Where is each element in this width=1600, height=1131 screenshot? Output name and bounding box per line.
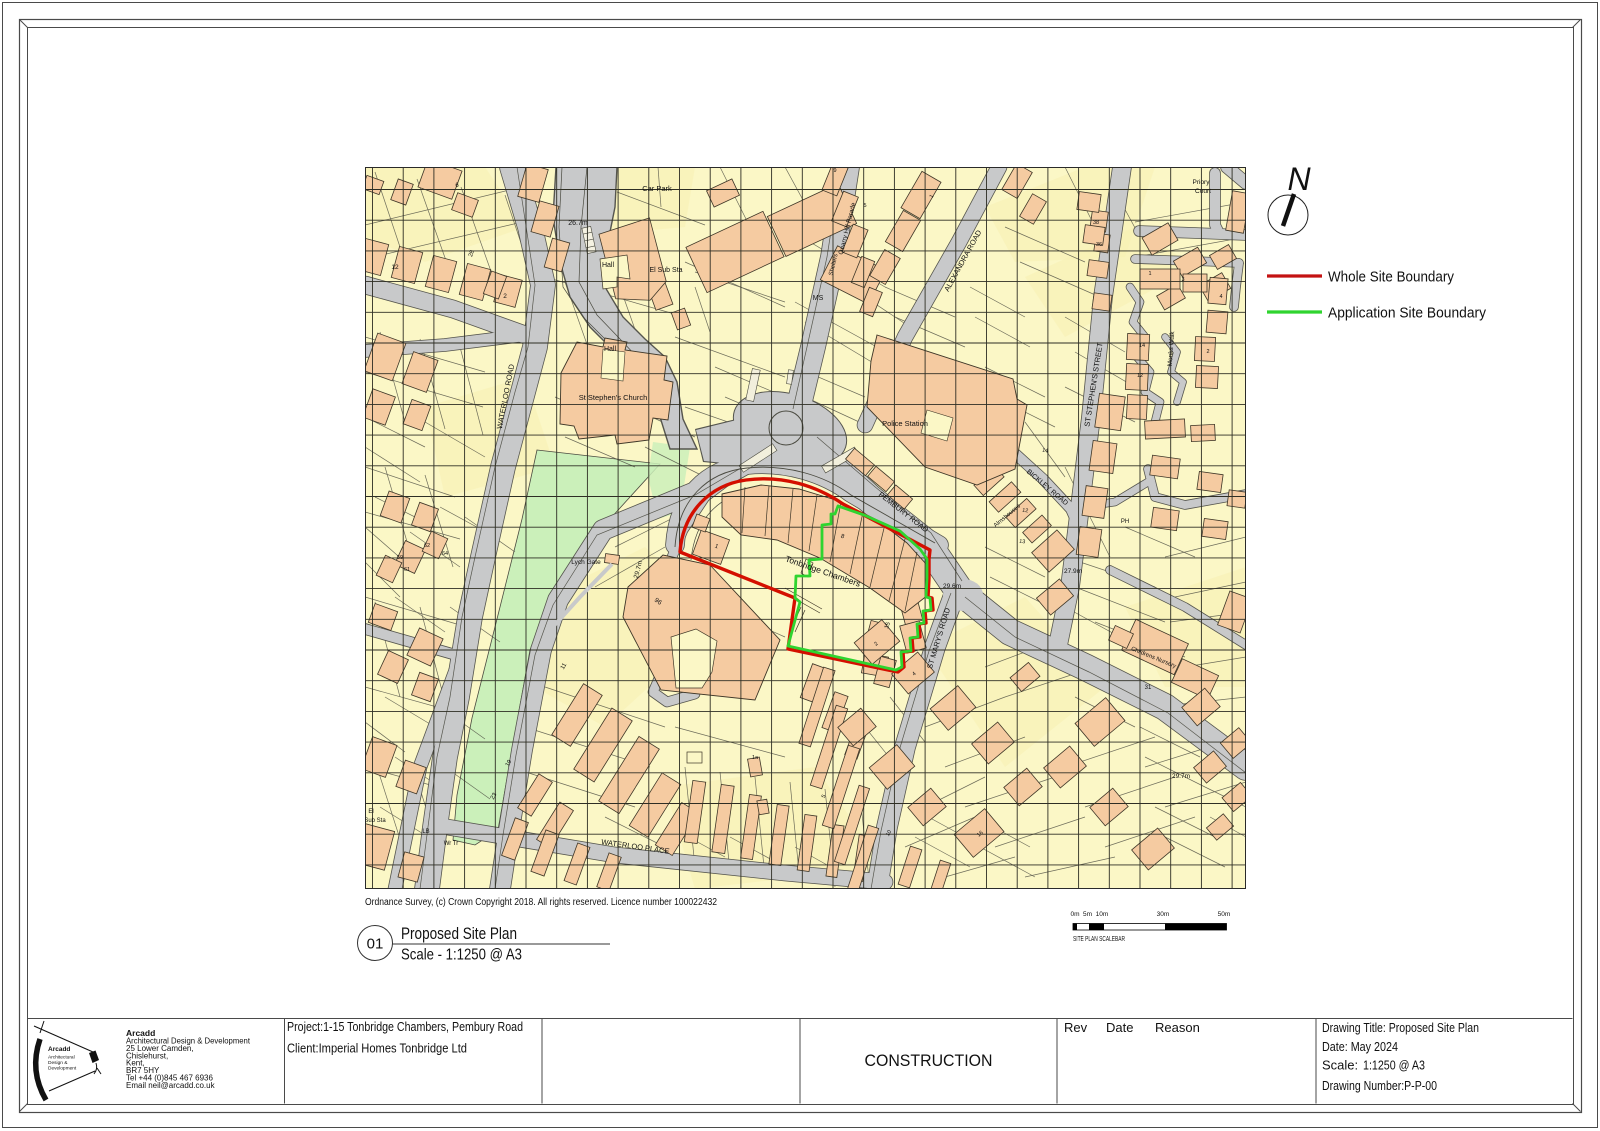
svg-text:29.6m: 29.6m	[943, 583, 961, 590]
svg-text:CONSTRUCTION: CONSTRUCTION	[865, 1052, 993, 1070]
svg-text:2: 2	[1206, 349, 1209, 355]
svg-text:1a: 1a	[752, 755, 759, 761]
svg-text:59: 59	[397, 555, 403, 561]
svg-text:10m: 10m	[1096, 911, 1109, 918]
svg-text:El Sub Sta: El Sub Sta	[649, 267, 682, 274]
svg-text:Car Park: Car Park	[642, 184, 672, 193]
svg-text:5: 5	[863, 203, 866, 209]
svg-text:Rev: Rev	[1064, 1020, 1088, 1035]
svg-text:Architectural: Architectural	[48, 1055, 75, 1061]
svg-text:Application Site Boundary: Application Site Boundary	[1328, 306, 1487, 322]
svg-text:26.7m: 26.7m	[568, 220, 588, 227]
svg-text:Drawing Number:P-P-00: Drawing Number:P-P-00	[1322, 1078, 1437, 1093]
svg-text:Reason: Reason	[1155, 1020, 1200, 1035]
svg-text:PH: PH	[1121, 519, 1129, 525]
svg-text:1:1250 @ A3: 1:1250 @ A3	[1363, 1058, 1425, 1073]
svg-text:27.9m: 27.9m	[1064, 568, 1082, 575]
svg-text:29.7m: 29.7m	[1172, 773, 1190, 780]
svg-text:Date: Date	[1106, 1020, 1133, 1035]
svg-text:12: 12	[391, 264, 399, 271]
svg-text:31: 31	[1145, 685, 1152, 691]
svg-text:Proposed Site Plan: Proposed Site Plan	[401, 925, 517, 943]
svg-text:38: 38	[1093, 220, 1099, 226]
svg-text:Development: Development	[48, 1066, 77, 1072]
svg-text:14: 14	[1042, 448, 1049, 455]
svg-text:Court: Court	[1195, 188, 1211, 195]
svg-text:Wr Tr: Wr Tr	[444, 841, 459, 847]
svg-text:01: 01	[367, 936, 384, 953]
svg-text:3: 3	[1181, 277, 1184, 283]
svg-text:Hall: Hall	[604, 346, 617, 353]
svg-text:Scale - 1:1250 @ A3: Scale - 1:1250 @ A3	[401, 947, 522, 964]
svg-text:5m: 5m	[1083, 911, 1092, 918]
svg-text:SITE PLAN SCALEBAR: SITE PLAN SCALEBAR	[1073, 936, 1125, 943]
svg-text:N: N	[1287, 161, 1311, 197]
svg-text:Arcadd: Arcadd	[48, 1046, 70, 1053]
svg-text:MS: MS	[813, 295, 824, 302]
svg-text:0m: 0m	[1070, 911, 1079, 918]
svg-text:El: El	[368, 809, 373, 815]
svg-text:Project:1-15 Tonbridge Chamber: Project:1-15 Tonbridge Chambers, Pembury…	[287, 1019, 523, 1034]
svg-text:30m: 30m	[1157, 911, 1170, 918]
svg-text:Client:Imperial Homes Tonbridg: Client:Imperial Homes Tonbridge Ltd	[287, 1041, 467, 1056]
svg-text:Sub Sta: Sub Sta	[364, 818, 386, 824]
svg-text:Scale:: Scale:	[1322, 1058, 1358, 1073]
svg-text:61: 61	[404, 567, 410, 573]
svg-text:LB: LB	[422, 829, 429, 835]
svg-text:4: 4	[1219, 294, 1222, 300]
svg-text:13: 13	[1019, 539, 1026, 546]
svg-text:Whole Site Boundary: Whole Site Boundary	[1328, 270, 1455, 286]
svg-text:Drawing Title: Proposed Site P: Drawing Title: Proposed Site Plan	[1322, 1020, 1479, 1035]
svg-text:2: 2	[503, 293, 507, 300]
svg-text:12: 12	[1137, 373, 1143, 379]
svg-text:Design &: Design &	[48, 1060, 68, 1066]
svg-text:Lych Gate: Lych Gate	[571, 559, 601, 566]
svg-text:St Stephen's Church: St Stephen's Church	[579, 393, 648, 402]
svg-text:62: 62	[424, 543, 430, 549]
svg-text:14: 14	[1139, 343, 1145, 349]
svg-text:Date: May 2024: Date: May 2024	[1322, 1039, 1398, 1054]
svg-text:Hall: Hall	[602, 262, 615, 269]
svg-text:36: 36	[1096, 242, 1102, 248]
svg-text:Ordnance Survey, (c) Crown Cop: Ordnance Survey, (c) Crown Copyright 201…	[365, 897, 717, 908]
svg-text:9: 9	[833, 168, 836, 174]
svg-text:50m: 50m	[1218, 911, 1231, 918]
svg-text:Email neil@arcadd.co.uk: Email neil@arcadd.co.uk	[126, 1081, 216, 1090]
svg-text:12: 12	[1022, 508, 1029, 515]
svg-text:Priory: Priory	[1193, 179, 1211, 186]
svg-text:Police Station: Police Station	[882, 419, 928, 428]
svg-text:1: 1	[1148, 271, 1151, 277]
svg-text:64: 64	[442, 551, 448, 557]
